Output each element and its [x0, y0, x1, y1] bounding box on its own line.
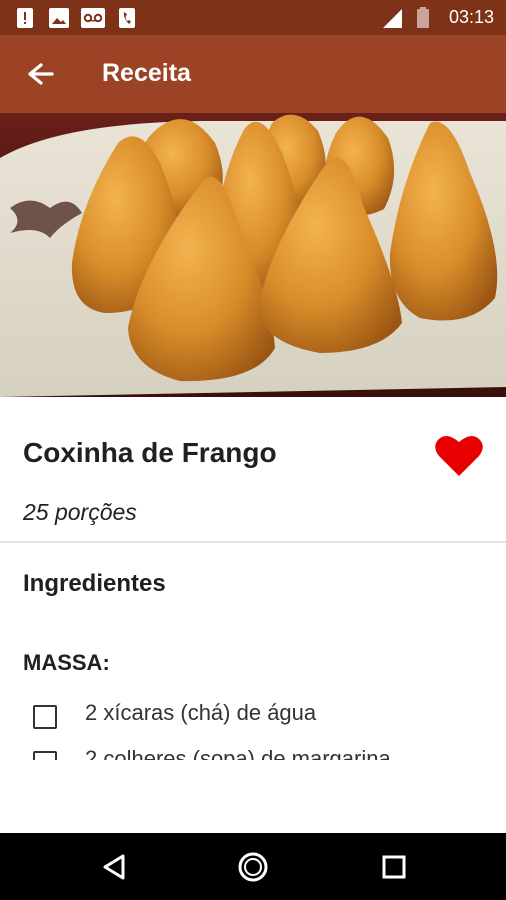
divider: [0, 541, 506, 543]
arrow-back-icon: [28, 63, 54, 85]
battery-icon: [417, 7, 429, 28]
recipe-portions: 25 porções: [23, 499, 137, 525]
signal-icon: [383, 9, 402, 28]
ingredients-heading: Ingredientes: [23, 570, 166, 597]
system-nav-bar: [0, 833, 506, 900]
ingredient-item[interactable]: 2 colheres (sopa) de margarina: [0, 736, 506, 760]
ingredient-section-title: MASSA:: [23, 650, 110, 675]
heart-icon: [435, 435, 483, 476]
phone-icon: [119, 8, 135, 28]
nav-back-button[interactable]: [94, 847, 134, 887]
ingredient-item[interactable]: 2 xícaras (chá) de água: [0, 690, 506, 738]
ingredient-list: 2 xícaras (chá) de água 2 colheres (sopa…: [0, 690, 506, 760]
back-triangle-icon: [103, 854, 125, 880]
favorite-button[interactable]: [434, 432, 484, 478]
home-circle-icon: [238, 852, 268, 882]
status-bar: 03:13: [0, 0, 506, 35]
nav-home-button[interactable]: [233, 847, 273, 887]
back-button[interactable]: [18, 57, 58, 91]
ingredient-label: 2 xícaras (chá) de água: [85, 700, 317, 725]
recents-square-icon: [382, 855, 406, 879]
coxinha-image: [0, 114, 506, 397]
image-icon: [49, 8, 69, 28]
ingredient-label: 2 colheres (sopa) de margarina: [85, 746, 391, 760]
status-time: 03:13: [448, 7, 494, 27]
ingredient-checkbox[interactable]: [33, 751, 57, 760]
recipe-hero-image: [0, 113, 506, 397]
nav-recents-button[interactable]: [374, 847, 414, 887]
ingredient-checkbox[interactable]: [33, 705, 57, 729]
alert-icon: [17, 8, 33, 28]
recipe-title: Coxinha de Frango: [23, 437, 277, 468]
app-bar: Receita: [0, 35, 506, 113]
voicemail-icon: [81, 8, 105, 28]
page-title: Receita: [102, 59, 191, 87]
